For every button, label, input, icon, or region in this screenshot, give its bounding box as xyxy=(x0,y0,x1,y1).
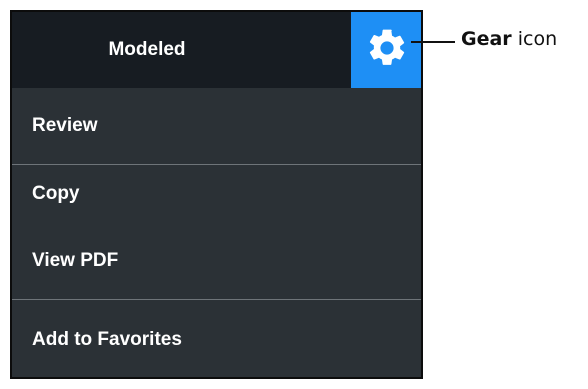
dropdown-menu: Review Copy View PDF Add to Favorites xyxy=(12,88,421,377)
gear-button[interactable] xyxy=(351,12,421,88)
menu-item-copy[interactable]: Copy xyxy=(12,165,421,223)
callout-line xyxy=(411,41,455,43)
panel-header: Modeled xyxy=(12,12,421,88)
callout-rest-text: icon xyxy=(517,28,558,50)
menu-panel: Modeled Review Copy View PDF Add to Favo… xyxy=(10,10,423,379)
gear-icon-callout: Gear icon xyxy=(461,28,557,50)
menu-item-add-to-favorites[interactable]: Add to Favorites xyxy=(12,300,421,377)
gear-icon xyxy=(365,26,409,75)
menu-item-review[interactable]: Review xyxy=(12,88,421,164)
header-title: Modeled xyxy=(108,39,186,60)
menu-item-view-pdf[interactable]: View PDF xyxy=(12,223,421,299)
callout-bold-text: Gear xyxy=(461,28,512,50)
